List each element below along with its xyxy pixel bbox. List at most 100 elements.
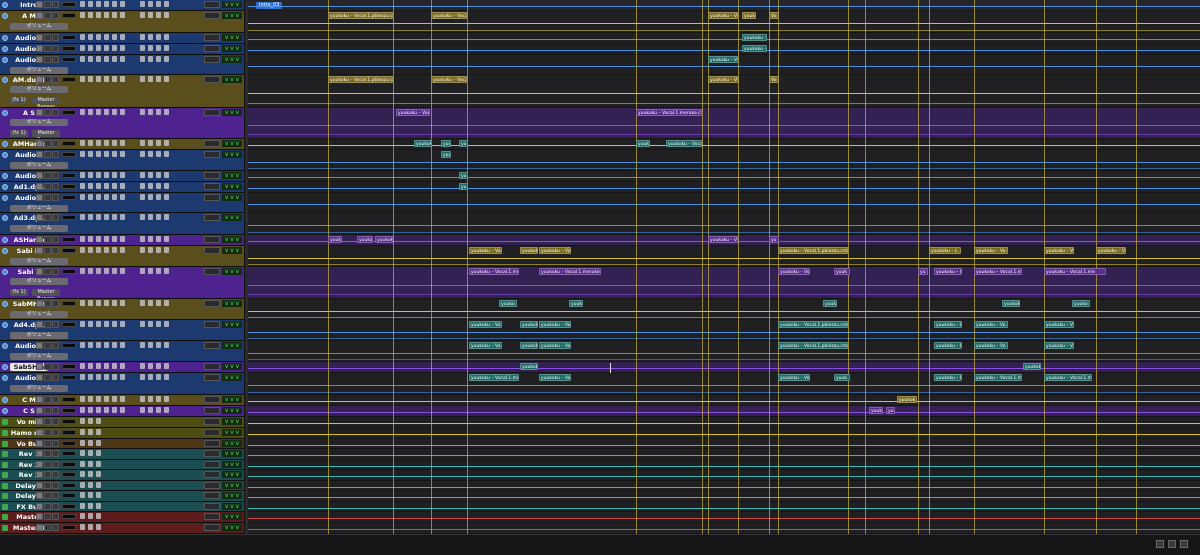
send-slot-icon[interactable]	[164, 214, 169, 220]
plugin-slot-icon[interactable]	[88, 429, 93, 435]
insert-slot[interactable]	[62, 419, 76, 424]
plugin-slot-icon[interactable]	[96, 396, 101, 402]
plugin-slot-icon[interactable]	[120, 45, 125, 51]
plugin-slot-icon[interactable]	[112, 45, 117, 51]
audio-region[interactable]: yuukoku – Vocal.1.pbiezzu.cr	[328, 76, 393, 83]
audio-region[interactable]: yuukoku – Voca	[396, 109, 430, 116]
send-slot-icon[interactable]	[140, 183, 145, 189]
mute-button[interactable]	[36, 471, 43, 478]
plugin-slot-icon[interactable]	[96, 440, 101, 446]
solo-button[interactable]	[44, 407, 51, 414]
insert-slot[interactable]	[62, 46, 76, 51]
audio-region[interactable]: yuukoku – L	[934, 374, 962, 381]
solo-button[interactable]	[44, 151, 51, 158]
send-slot-icon[interactable]	[164, 109, 169, 115]
plugin-slot-icon[interactable]	[88, 45, 93, 51]
audio-region[interactable]: yuukoku – Vocal.1.me	[469, 374, 519, 381]
track-header[interactable]: FX Bus v v v	[0, 502, 244, 512]
track-lane[interactable]	[248, 512, 1200, 523]
audio-region[interactable]: yuukoku – Vocal.1.meruke.cn	[636, 109, 702, 116]
plugin-slot-icon[interactable]	[112, 236, 117, 242]
solo-button[interactable]	[44, 492, 51, 499]
insert-slot[interactable]	[62, 462, 76, 467]
track-lane[interactable]	[248, 439, 1200, 449]
plugin-slot-icon[interactable]	[104, 374, 109, 380]
send-slot-icon[interactable]	[140, 172, 145, 178]
plugin-slot-icon[interactable]	[88, 492, 93, 498]
plugin-slot-icon[interactable]	[112, 194, 117, 200]
io-selector[interactable]	[204, 418, 220, 425]
plugin-slot-icon[interactable]	[88, 407, 93, 413]
send-slot-icon[interactable]	[156, 363, 161, 369]
io-selector[interactable]	[204, 513, 220, 520]
automation-toggle[interactable]: v v v	[222, 12, 242, 19]
audio-region[interactable]: yuukok	[520, 247, 538, 254]
insert-slot[interactable]	[62, 514, 76, 519]
track-lane[interactable]	[248, 523, 1200, 534]
automation-toggle[interactable]: v v v	[222, 247, 242, 254]
mute-button[interactable]	[36, 1, 43, 8]
power-icon[interactable]	[2, 46, 8, 52]
insert-slot[interactable]	[62, 525, 76, 530]
audio-region[interactable]: yuu	[441, 140, 451, 147]
plugin-slot-icon[interactable]	[120, 12, 125, 18]
track-lane[interactable]	[248, 213, 1200, 235]
track-header[interactable]: Ad3.dp1 v v v ボリューム	[0, 213, 244, 235]
solo-button[interactable]	[44, 194, 51, 201]
power-icon[interactable]	[2, 2, 8, 8]
insert-slot[interactable]	[62, 375, 76, 380]
plugin-slot-icon[interactable]	[112, 183, 117, 189]
insert-slot[interactable]	[62, 237, 76, 242]
io-selector[interactable]	[204, 214, 220, 221]
plugin-slot-icon[interactable]	[96, 374, 101, 380]
track-lane[interactable]	[248, 108, 1200, 139]
io-selector[interactable]	[204, 492, 220, 499]
bus-power-icon[interactable]	[2, 504, 8, 510]
power-icon[interactable]	[2, 195, 8, 201]
io-selector[interactable]	[204, 56, 220, 63]
audio-region[interactable]: yuukoku – Vocal.1.me	[469, 268, 519, 275]
track-lane[interactable]	[248, 33, 1200, 44]
audio-region[interactable]: yuukoku – Vo	[1044, 342, 1074, 349]
plugin-slot-icon[interactable]	[112, 12, 117, 18]
audio-region[interactable]: yuukoku – Vo	[742, 45, 767, 52]
plugin-slot-icon[interactable]	[80, 268, 85, 274]
io-selector[interactable]	[204, 172, 220, 179]
plugin-slot-icon[interactable]	[88, 363, 93, 369]
send-slot-icon[interactable]	[164, 12, 169, 18]
solo-button[interactable]	[44, 45, 51, 52]
automation-toggle[interactable]: v v v	[222, 471, 242, 478]
send-slot-icon[interactable]	[148, 76, 153, 82]
mute-button[interactable]	[36, 109, 43, 116]
plugin-slot-icon[interactable]	[96, 503, 101, 509]
io-selector[interactable]	[204, 407, 220, 414]
bus-power-icon[interactable]	[2, 525, 8, 531]
send-slot-icon[interactable]	[156, 342, 161, 348]
plugin-slot-icon[interactable]	[104, 172, 109, 178]
plugin-slot-icon[interactable]	[112, 396, 117, 402]
track-header[interactable]: Audio 1v v v	[0, 171, 244, 182]
rec-button[interactable]	[52, 461, 59, 468]
audio-region[interactable]: yuuko	[499, 300, 517, 307]
mute-button[interactable]	[36, 524, 43, 531]
audio-region[interactable]: yuukoku – Voca	[431, 12, 467, 19]
plugin-slot-icon[interactable]	[96, 524, 101, 530]
mute-button[interactable]	[36, 418, 43, 425]
send-slot-icon[interactable]	[148, 236, 153, 242]
send-slot-icon[interactable]	[140, 247, 145, 253]
insert-slot[interactable]	[62, 269, 76, 274]
volume-lane-selector[interactable]: ボリューム	[10, 278, 68, 285]
solo-button[interactable]	[44, 140, 51, 147]
audio-region[interactable]: yuuk	[834, 268, 850, 275]
track-header[interactable]: Sabi Sv v v ボリューム (fx 1) Master Bypass	[0, 267, 244, 299]
solo-button[interactable]	[44, 76, 51, 83]
automation-toggle[interactable]: v v v	[222, 482, 242, 489]
send-slot-icon[interactable]	[140, 76, 145, 82]
insert-slot[interactable]	[62, 322, 76, 327]
io-selector[interactable]	[204, 450, 220, 457]
mute-button[interactable]	[36, 56, 43, 63]
track-header[interactable]: Vo Bus v v v	[0, 439, 244, 449]
audio-region[interactable]: yuukoku – Vo	[708, 76, 738, 83]
send-slot-icon[interactable]	[164, 34, 169, 40]
audio-region[interactable]: yuukoku – Vocal.1.me	[974, 374, 1022, 381]
